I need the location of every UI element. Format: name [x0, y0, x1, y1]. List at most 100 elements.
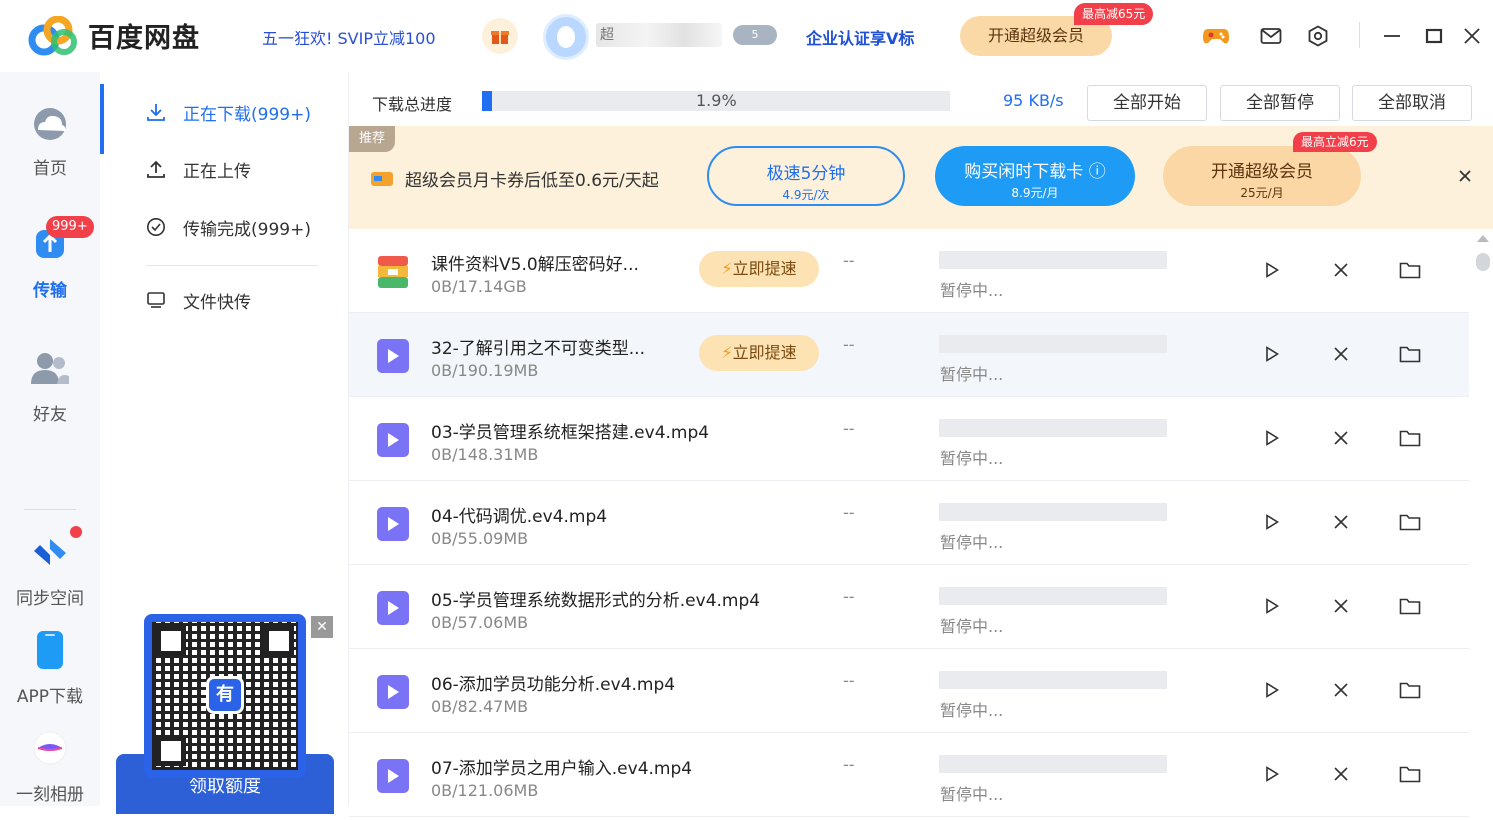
idle-card-button[interactable]: 购买闲时下载卡 ⓘ 8.9元/月 — [935, 146, 1135, 206]
cancel-all-button[interactable]: 全部取消 — [1352, 85, 1472, 121]
lightning-icon: ⚡ — [721, 259, 733, 278]
video-file-icon — [377, 507, 409, 541]
play-icon[interactable] — [1259, 257, 1285, 283]
zip-file-icon — [377, 255, 409, 289]
vip-recommend-banner: 推荐 超级会员月卡券后低至0.6元/天起 极速5分钟 4.9元/次 购买闲时下载… — [349, 126, 1493, 229]
table-row[interactable]: 07-添加学员之用户输入.ev4.mp4 0B/121.06MB -- 暂停中... — [349, 733, 1469, 817]
folder-icon[interactable] — [1397, 509, 1423, 535]
folder-icon[interactable] — [1397, 425, 1423, 451]
check-circle-icon — [145, 216, 167, 238]
banner-text-label: 超级会员月卡券后低至0.6元/天起 — [405, 171, 659, 191]
table-row[interactable]: 04-代码调优.ev4.mp4 0B/55.09MB -- 暂停中... — [349, 481, 1469, 565]
subnav-uploading[interactable]: 正在上传 — [145, 154, 251, 184]
play-icon[interactable] — [1259, 761, 1285, 787]
speed-up-button[interactable]: ⚡立即提速 — [699, 335, 819, 371]
table-row[interactable]: 05-学员管理系统数据形式的分析.ev4.mp4 0B/57.06MB -- 暂停中.… — [349, 565, 1469, 649]
maximize-icon[interactable] — [1420, 22, 1448, 50]
speed-up-button[interactable]: ⚡立即提速 — [699, 251, 819, 287]
video-file-icon — [377, 675, 409, 709]
cancel-icon[interactable] — [1328, 593, 1354, 619]
folder-icon[interactable] — [1397, 761, 1423, 787]
start-all-button[interactable]: 全部开始 — [1087, 85, 1207, 121]
subnav-downloading[interactable]: 正在下载(999+) — [145, 97, 311, 127]
gift-icon[interactable] — [482, 18, 518, 54]
nav-friends-label: 好友 — [33, 405, 67, 425]
scroll-up-icon[interactable] — [1477, 235, 1489, 242]
play-icon[interactable] — [1259, 593, 1285, 619]
scrollbar[interactable] — [1473, 229, 1493, 806]
qr-close-icon[interactable]: ✕ — [311, 616, 333, 638]
nav-album[interactable]: 一刻相册 — [0, 728, 100, 805]
game-icon[interactable] — [1202, 22, 1230, 50]
play-icon[interactable] — [1259, 425, 1285, 451]
nav-friends[interactable]: 好友 — [0, 348, 100, 425]
file-status: 暂停中... — [940, 701, 1004, 720]
file-size: 0B/57.06MB — [431, 613, 529, 632]
nav-home[interactable]: 首页 — [0, 102, 100, 179]
lightning-icon: ⚡ — [721, 343, 733, 362]
speed-up-label: 立即提速 — [732, 343, 797, 362]
nav-app-download[interactable]: APP下载 — [0, 630, 100, 707]
play-icon[interactable] — [1259, 341, 1285, 367]
file-progress-bar — [939, 419, 1167, 437]
enterprise-cert-link[interactable]: 企业认证享V标 — [806, 25, 914, 49]
subnav-uploading-label: 正在上传 — [183, 161, 251, 182]
total-speed: 95 KB/s — [1003, 91, 1064, 110]
idle-card-price: 8.9元/月 — [1011, 186, 1059, 200]
settings-icon[interactable] — [1304, 22, 1332, 50]
play-icon[interactable] — [1259, 509, 1285, 535]
file-size: 0B/17.14GB — [431, 277, 527, 296]
transfer-count-badge: 999+ — [46, 216, 94, 238]
file-name: 07-添加学员之用户输入.ev4.mp4 — [431, 759, 693, 779]
banner-close-icon[interactable] — [1455, 166, 1475, 186]
table-row[interactable]: 课件资料V5.0解压密码好... 0B/17.14GB ⚡立即提速 -- 暂停中... — [349, 229, 1469, 313]
cancel-icon[interactable] — [1328, 341, 1354, 367]
nav-app-label: APP下载 — [16, 687, 84, 707]
promo-link[interactable]: 五一狂欢! SVIP立减100 — [262, 25, 436, 49]
folder-icon[interactable] — [1397, 677, 1423, 703]
table-row[interactable]: 32-了解引用之不可变类型... 0B/190.19MB ⚡立即提速 -- 暂停中... — [349, 313, 1469, 397]
titlebar-divider — [1359, 22, 1360, 48]
file-progress-bar — [939, 755, 1167, 773]
cancel-icon[interactable] — [1328, 257, 1354, 283]
nav-transfer[interactable]: 传输 999+ — [0, 216, 100, 301]
close-icon[interactable] — [1458, 22, 1486, 50]
scroll-thumb[interactable] — [1476, 253, 1490, 271]
folder-icon[interactable] — [1397, 257, 1423, 283]
speed-5min-button[interactable]: 极速5分钟 4.9元/次 — [707, 146, 905, 206]
file-name: 32-了解引用之不可变类型... — [431, 339, 645, 359]
speed-up-label: 立即提速 — [732, 259, 797, 278]
video-file-icon — [377, 423, 409, 457]
cancel-icon[interactable] — [1328, 425, 1354, 451]
cancel-icon[interactable] — [1328, 761, 1354, 787]
file-progress-bar — [939, 587, 1167, 605]
nav-transfer-label: 传输 — [33, 281, 67, 301]
avatar[interactable] — [543, 14, 589, 60]
play-icon[interactable] — [1259, 677, 1285, 703]
nav-sync-space[interactable]: 同步空间 — [0, 532, 100, 609]
nav-home-label: 首页 — [33, 159, 67, 179]
folder-icon[interactable] — [1397, 341, 1423, 367]
friends-icon — [28, 348, 72, 388]
file-status: 暂停中... — [940, 281, 1004, 300]
download-list: 07-添加学员之用户输入.ev4.mp4 0B/121.06MB -- 暂停中... 0… — [349, 229, 1493, 817]
transfer-subnav: 正在下载(999+) 正在上传 传输完成(999+) 文件快传 领取额度 有 ✕ — [100, 72, 349, 814]
banner-vip-button[interactable]: 开通超级会员 25元/月 — [1163, 146, 1361, 206]
table-row[interactable]: 03-学员管理系统框架搭建.ev4.mp4 0B/148.31MB -- 暂停中... — [349, 397, 1469, 481]
subnav-completed[interactable]: 传输完成(999+) — [145, 212, 311, 242]
cancel-icon[interactable] — [1328, 509, 1354, 535]
file-name: 05-学员管理系统数据形式的分析.ev4.mp4 — [431, 591, 761, 611]
table-row[interactable]: 06-添加学员功能分析.ev4.mp4 0B/82.47MB -- 暂停中... — [349, 649, 1469, 733]
minimize-icon[interactable] — [1378, 22, 1406, 50]
subnav-quick-transfer-label: 文件快传 — [183, 292, 251, 313]
cancel-icon[interactable] — [1328, 677, 1354, 703]
idle-card-title: 购买闲时下载卡 — [964, 162, 1084, 182]
username[interactable]: 超 — [596, 23, 722, 47]
file-speed: -- — [843, 419, 855, 438]
subnav-quick-transfer[interactable]: 文件快传 — [145, 285, 251, 315]
qr-promo-card[interactable]: 领取额度 有 ✕ — [116, 614, 334, 814]
pause-all-button[interactable]: 全部暂停 — [1220, 85, 1340, 121]
folder-icon[interactable] — [1397, 593, 1423, 619]
video-file-icon — [377, 759, 409, 793]
mail-icon[interactable] — [1257, 22, 1285, 50]
